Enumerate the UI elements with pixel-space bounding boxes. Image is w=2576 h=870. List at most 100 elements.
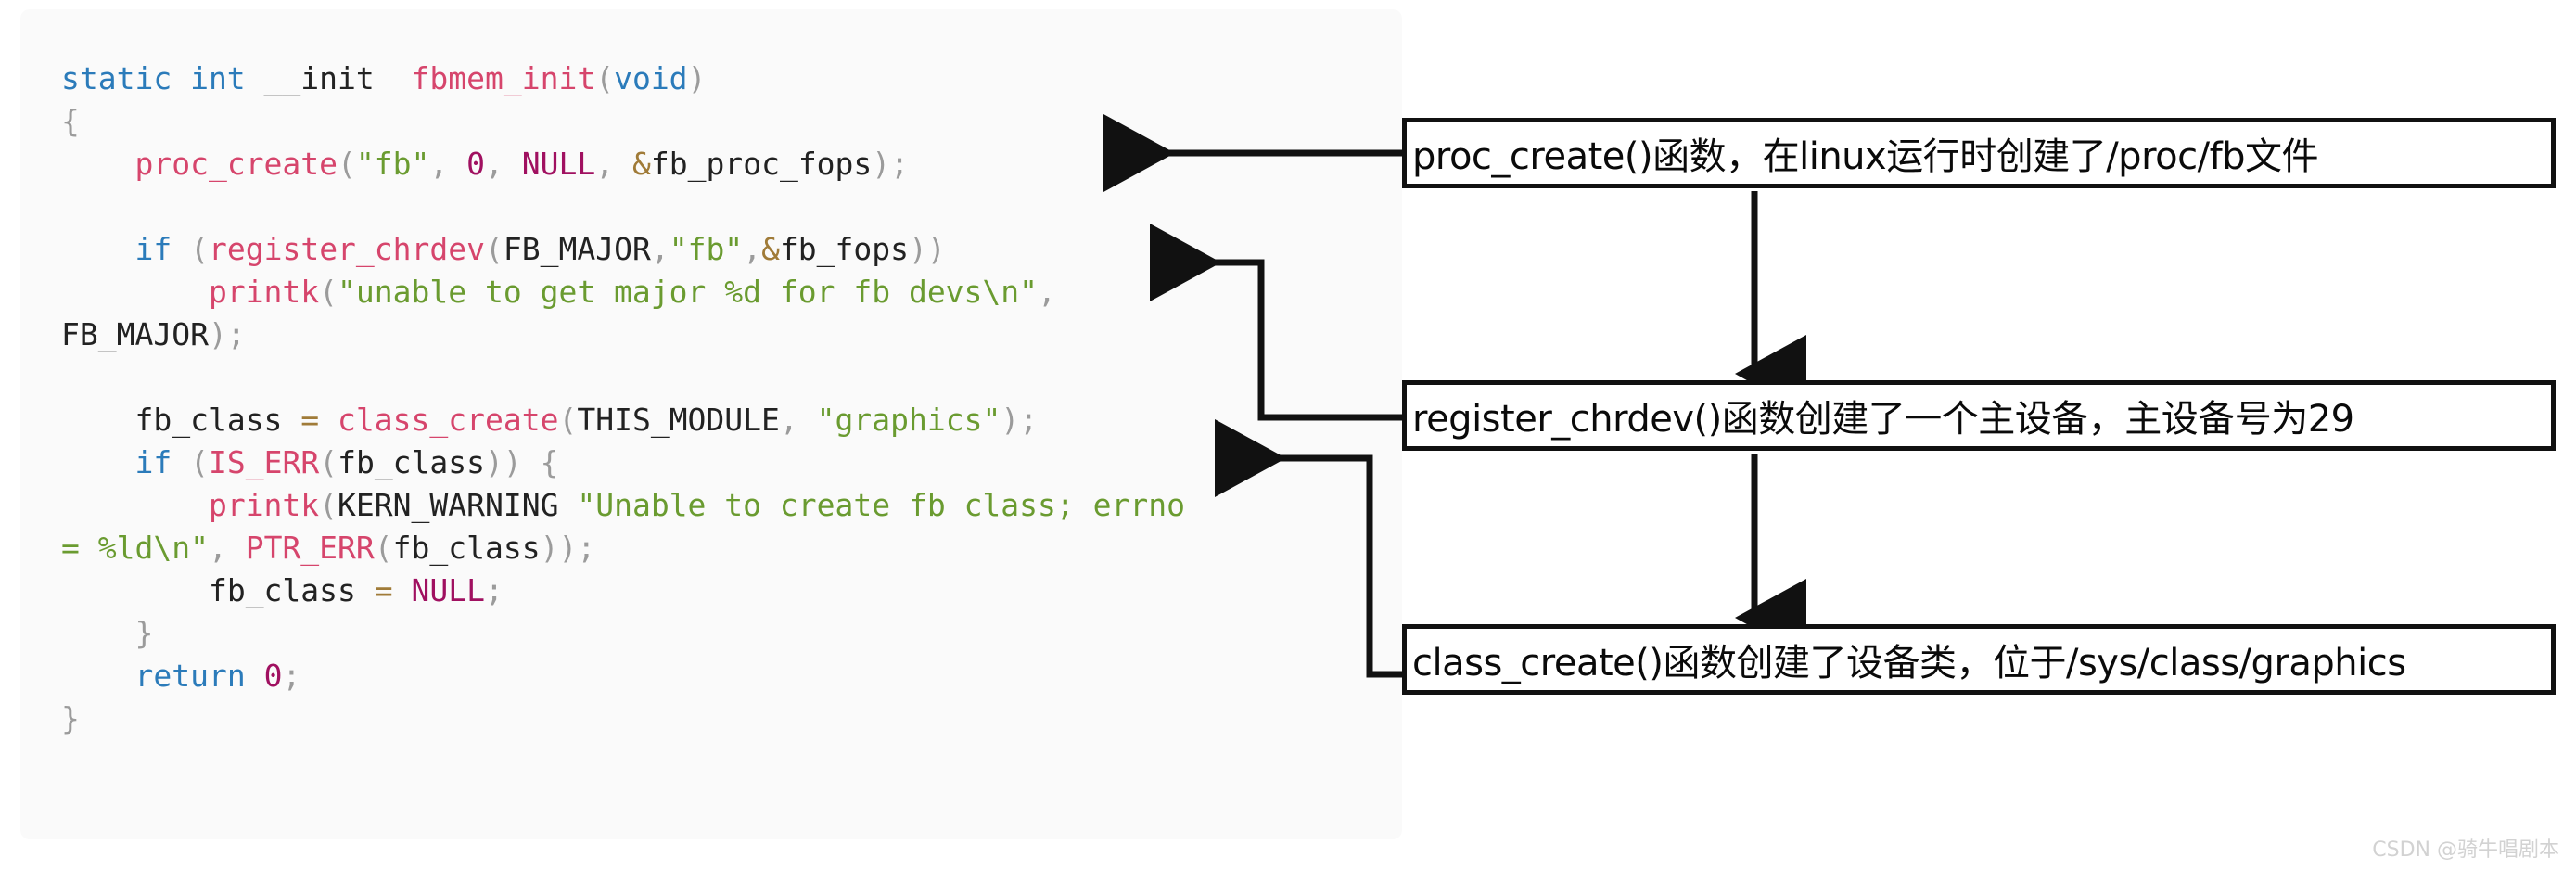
code-line: static int __init fbmem_init(void) xyxy=(61,58,1385,100)
code-token: FB_MAJOR xyxy=(61,316,209,352)
code-token: NULL xyxy=(521,146,596,182)
code-line: return 0; xyxy=(61,655,1385,697)
code-token: KERN_WARNING xyxy=(338,487,559,523)
annotation-text: class_create()函数创建了设备类，位于/sys/class/grap… xyxy=(1412,642,2406,684)
code-token: printk xyxy=(208,274,320,310)
code-line: { xyxy=(61,100,1385,143)
code-token: register_chrdev xyxy=(208,231,485,267)
code-text: static int __init fbmem_init(void){ proc… xyxy=(61,58,1385,740)
code-token: ( xyxy=(172,231,209,267)
code-line: if (IS_ERR(fb_class)) { xyxy=(61,441,1385,484)
code-token: FB_MAJOR xyxy=(503,231,651,267)
code-token: ( xyxy=(558,402,578,438)
code-token: ( xyxy=(319,274,338,310)
code-token: fb_proc_fops xyxy=(650,146,873,182)
code-token: THIS_MODULE xyxy=(577,402,780,438)
annotation-text: proc_create()函数，在linux运行时创建了/proc/fb文件 xyxy=(1412,135,2319,178)
code-token: , xyxy=(485,146,522,182)
code-token: 0 xyxy=(466,146,486,182)
code-token: fb_fops xyxy=(779,231,910,267)
code-token: "fb" xyxy=(669,231,744,267)
code-token: fbmem_init xyxy=(411,60,596,96)
code-token: ); xyxy=(1001,402,1039,438)
code-token: & xyxy=(632,146,651,182)
csdn-watermark: CSDN @骑牛唱剧本 xyxy=(2372,838,2559,862)
code-token: )) { xyxy=(485,444,559,480)
code-token: , xyxy=(429,146,467,182)
code-token: IS_ERR xyxy=(208,444,320,480)
code-token: ( xyxy=(172,444,209,480)
annotation-box-class-create: class_create()函数创建了设备类，位于/sys/class/grap… xyxy=(1402,624,2556,695)
code-line: proc_create("fb", 0, NULL, &fb_proc_fops… xyxy=(61,143,1385,186)
annotation-text: register_chrdev()函数创建了一个主设备，主设备号为29 xyxy=(1412,398,2354,441)
code-token: void xyxy=(614,60,688,96)
code-token: , xyxy=(208,530,246,566)
code-token: ( xyxy=(338,146,356,182)
code-token: ) xyxy=(687,60,707,96)
code-token: , xyxy=(1038,274,1056,310)
code-token: = xyxy=(355,572,412,608)
code-line: printk("unable to get major %d for fb de… xyxy=(61,271,1385,356)
code-token: return xyxy=(134,658,246,694)
code-token: ; xyxy=(282,658,301,694)
code-token: = xyxy=(282,402,338,438)
code-token: "fb" xyxy=(355,146,430,182)
code-token: ( xyxy=(374,530,393,566)
code-line: fb_class = NULL; xyxy=(61,569,1385,612)
code-token: if xyxy=(134,231,172,267)
code-token: fb_class xyxy=(338,444,486,480)
code-token: 0 xyxy=(263,658,283,694)
code-token: printk xyxy=(208,487,320,523)
code-line: printk(KERN_WARNING "Unable to create fb… xyxy=(61,484,1385,569)
code-token: "graphics" xyxy=(816,402,1001,438)
code-token: "unable to get major %d for fb devs\n" xyxy=(338,274,1039,310)
code-token: NULL xyxy=(411,572,485,608)
annotation-box-proc-create: proc_create()函数，在linux运行时创建了/proc/fb文件 xyxy=(1402,118,2556,188)
code-token: if xyxy=(134,444,172,480)
code-token: fb_class xyxy=(392,530,541,566)
code-token: , xyxy=(650,231,670,267)
code-token: ; xyxy=(485,572,504,608)
code-token: __init xyxy=(263,60,375,96)
code-token: class_create xyxy=(338,402,559,438)
code-token: proc_create xyxy=(134,146,338,182)
code-token: ); xyxy=(208,316,246,352)
code-token: , xyxy=(779,402,817,438)
code-token: ( xyxy=(485,231,504,267)
code-token: , xyxy=(743,231,762,267)
code-token: PTR_ERR xyxy=(245,530,375,566)
code-token: ( xyxy=(319,444,338,480)
code-token: ); xyxy=(872,146,910,182)
code-line: } xyxy=(61,612,1385,655)
code-line: } xyxy=(61,697,1385,740)
code-token: static int xyxy=(61,60,264,96)
code-token: ( xyxy=(319,487,338,523)
code-token: , xyxy=(595,146,632,182)
code-token: & xyxy=(761,231,780,267)
code-token: fb_class xyxy=(208,572,356,608)
code-token: )); xyxy=(540,530,596,566)
code-token: } xyxy=(134,615,154,651)
code-token: } xyxy=(61,700,80,736)
code-snippet-panel: static int __init fbmem_init(void){ proc… xyxy=(20,9,1402,839)
code-token: )) xyxy=(909,231,946,267)
code-token: { xyxy=(61,103,80,139)
code-line: fb_class = class_create(THIS_MODULE, "gr… xyxy=(61,399,1385,441)
code-token: ( xyxy=(595,60,615,96)
code-line: if (register_chrdev(FB_MAJOR,"fb",&fb_fo… xyxy=(61,228,1385,271)
code-token: fb_class xyxy=(134,402,283,438)
